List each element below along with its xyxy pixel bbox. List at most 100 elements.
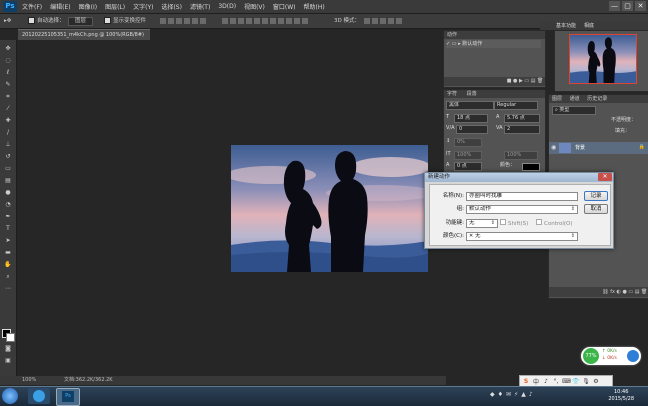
ime-settings-icon[interactable]: ⚙ — [592, 378, 600, 385]
tracking-field[interactable]: 0 — [456, 125, 488, 134]
layer-filter-select[interactable]: ⌕ 类型 — [552, 106, 596, 115]
sogou-icon[interactable]: S — [522, 378, 530, 385]
quick-select-tool-icon[interactable]: ✎ — [4, 82, 12, 88]
type-tool-icon[interactable]: T — [4, 226, 12, 232]
quick-mask-icon[interactable]: ◙ — [4, 346, 12, 352]
menu-filter[interactable]: 滤镜(T) — [190, 2, 210, 11]
control-checkbox[interactable]: Control(O) — [536, 219, 573, 228]
tab-character[interactable]: 字符 — [447, 91, 457, 97]
horizontal-scale-field[interactable]: 100% — [454, 151, 482, 160]
distribute-buttons[interactable] — [222, 17, 310, 25]
workspace-photo[interactable]: 相底 — [584, 22, 594, 30]
font-family-select[interactable]: 黑体 — [446, 101, 494, 110]
menu-file[interactable]: 文件(F) — [22, 2, 42, 11]
leading-field[interactable]: 5.76 点 — [504, 114, 540, 123]
3d-mode-buttons[interactable] — [364, 17, 404, 25]
menu-edit[interactable]: 编辑(E) — [50, 2, 70, 11]
document-tab[interactable]: 20120225105351_m4kCh.png @ 100%(RGB/8#) — [18, 29, 150, 40]
dodge-tool-icon[interactable]: ◔ — [4, 202, 12, 208]
tab-actions[interactable]: 动作 — [447, 32, 457, 38]
ie-taskbar-icon[interactable] — [28, 388, 50, 404]
system-clock[interactable]: 10:46 2015/5/28 — [608, 389, 634, 403]
text-color-swatch[interactable] — [522, 163, 540, 171]
ime-punctuation-icon[interactable]: °, — [552, 378, 560, 385]
tab-paragraph[interactable]: 段落 — [467, 91, 477, 97]
align-buttons[interactable] — [160, 17, 208, 25]
actions-footer-buttons[interactable]: ■ ● ▶ ▭ ▤ 🗑 — [444, 77, 545, 86]
auto-select-checkbox[interactable]: 自动选择： — [28, 17, 65, 25]
skin-icon[interactable]: 👕 — [572, 378, 580, 385]
close-button[interactable]: ✕ — [635, 1, 646, 11]
zoom-tool-icon[interactable]: ⌕ — [4, 274, 12, 280]
move-tool-icon[interactable]: ✥ — [4, 46, 12, 52]
mic-icon[interactable]: 🎙 — [582, 378, 590, 385]
eyedropper-tool-icon[interactable]: ⁄ — [4, 106, 12, 112]
ime-chinese-mode[interactable]: 中 — [532, 377, 540, 386]
canvas-image[interactable] — [231, 145, 428, 272]
photoshop-taskbar-icon[interactable]: Ps — [56, 388, 80, 406]
marquee-tool-icon[interactable]: ◌ — [4, 58, 12, 64]
function-key-select[interactable]: 无 ⇕ — [466, 219, 498, 228]
hand-tool-icon[interactable]: ✋ — [4, 262, 12, 268]
baseline-shift-field[interactable]: 0 点 — [454, 162, 482, 171]
layers-footer-buttons[interactable]: ⛓ fx ◐ ● ▭ ▤ 🗑 — [549, 287, 648, 297]
menu-items: 文件(F) 编辑(E) 图像(I) 图层(L) 文字(Y) 选择(S) 滤镜(T… — [22, 0, 325, 13]
menu-type[interactable]: 文字(Y) — [133, 2, 153, 11]
font-style-select[interactable]: Regular — [494, 101, 538, 110]
menu-3d[interactable]: 3D(D) — [218, 3, 236, 10]
layers-panel-header: 图层 通道 历史记录 — [549, 95, 648, 103]
blur-tool-icon[interactable]: ● — [4, 190, 12, 196]
eye-icon[interactable]: ◉ — [551, 144, 556, 151]
navigator-thumbnail[interactable] — [569, 34, 637, 84]
layer-row-background[interactable]: ◉ 背景 🔒 — [549, 142, 648, 154]
action-set-row[interactable]: ✓ ▭ ▸ 默认动作 — [446, 40, 541, 48]
minimize-button[interactable]: — — [609, 1, 620, 11]
shift-checkbox[interactable]: Shift(S) — [500, 219, 528, 228]
auto-select-dropdown[interactable]: 图层 — [68, 17, 94, 26]
eraser-tool-icon[interactable]: ▭ — [4, 166, 12, 172]
tab-history[interactable]: 历史记录 — [587, 96, 607, 102]
brush-tool-icon[interactable]: / — [4, 130, 12, 136]
ime-moon-icon[interactable]: ♪ — [542, 378, 550, 385]
record-button[interactable]: 记录 — [584, 191, 608, 201]
clone-stamp-tool-icon[interactable]: ⊥ — [4, 142, 12, 148]
vertical-scale-field[interactable]: 0% — [454, 138, 482, 147]
more-tools-icon[interactable]: ⋯ — [4, 286, 12, 292]
move-tool-icon[interactable]: ▸✥ — [4, 17, 11, 25]
menu-layer[interactable]: 图层(L) — [105, 2, 125, 11]
set-select[interactable]: 默认动作 ⇕ — [466, 205, 578, 214]
name-input[interactable]: 亦圈叫时找雕 — [466, 192, 578, 201]
screen-mode-icon[interactable]: ▣ — [4, 358, 12, 364]
function-key-label: 功能键: — [445, 220, 464, 226]
tab-layers[interactable]: 图层 — [552, 96, 562, 102]
start-button[interactable] — [2, 388, 18, 404]
tab-channels[interactable]: 通道 — [570, 96, 580, 102]
menu-window[interactable]: 窗口(W) — [273, 2, 296, 11]
font-size-field[interactable]: 18 点 — [454, 114, 488, 123]
shape-tool-icon[interactable]: ▬ — [4, 250, 12, 256]
cancel-button[interactable]: 取消 — [584, 204, 608, 214]
healing-brush-tool-icon[interactable]: ✚ — [4, 118, 12, 124]
workspace-essentials[interactable]: 基本功能 — [556, 22, 576, 30]
network-speed-widget[interactable]: 77% ↑ 0K/s ↓ 0K/s — [581, 347, 641, 365]
kerning-field[interactable]: 2 — [504, 125, 540, 134]
zoom-level[interactable]: 100% — [22, 376, 36, 385]
pen-tool-icon[interactable]: ✒ — [4, 214, 12, 220]
menu-help[interactable]: 帮助(H) — [304, 2, 325, 11]
maximize-button[interactable]: ▢ — [622, 1, 633, 11]
path-select-tool-icon[interactable]: ➤ — [4, 238, 12, 244]
color-select[interactable]: ✕ 无 ⇕ — [466, 232, 578, 241]
show-transform-checkbox[interactable]: 显示变换控件 — [104, 17, 146, 25]
horizontal-scale-field-2[interactable]: 100% — [504, 151, 538, 160]
lasso-tool-icon[interactable]: ℓ — [4, 70, 12, 76]
crop-tool-icon[interactable]: ⌗ — [4, 94, 12, 100]
menu-view[interactable]: 视图(V) — [244, 2, 265, 11]
menu-image[interactable]: 图像(I) — [79, 2, 97, 11]
dialog-close-button[interactable]: ✕ — [598, 173, 612, 181]
menu-select[interactable]: 选择(S) — [161, 2, 182, 11]
keyboard-icon[interactable]: ⌨ — [562, 378, 571, 385]
background-color-swatch[interactable] — [6, 333, 15, 342]
system-tray-icons[interactable]: ◆♦✉⚡▲♪ — [490, 391, 536, 398]
gradient-tool-icon[interactable]: ▤ — [4, 178, 12, 184]
history-brush-tool-icon[interactable]: ↺ — [4, 154, 12, 160]
